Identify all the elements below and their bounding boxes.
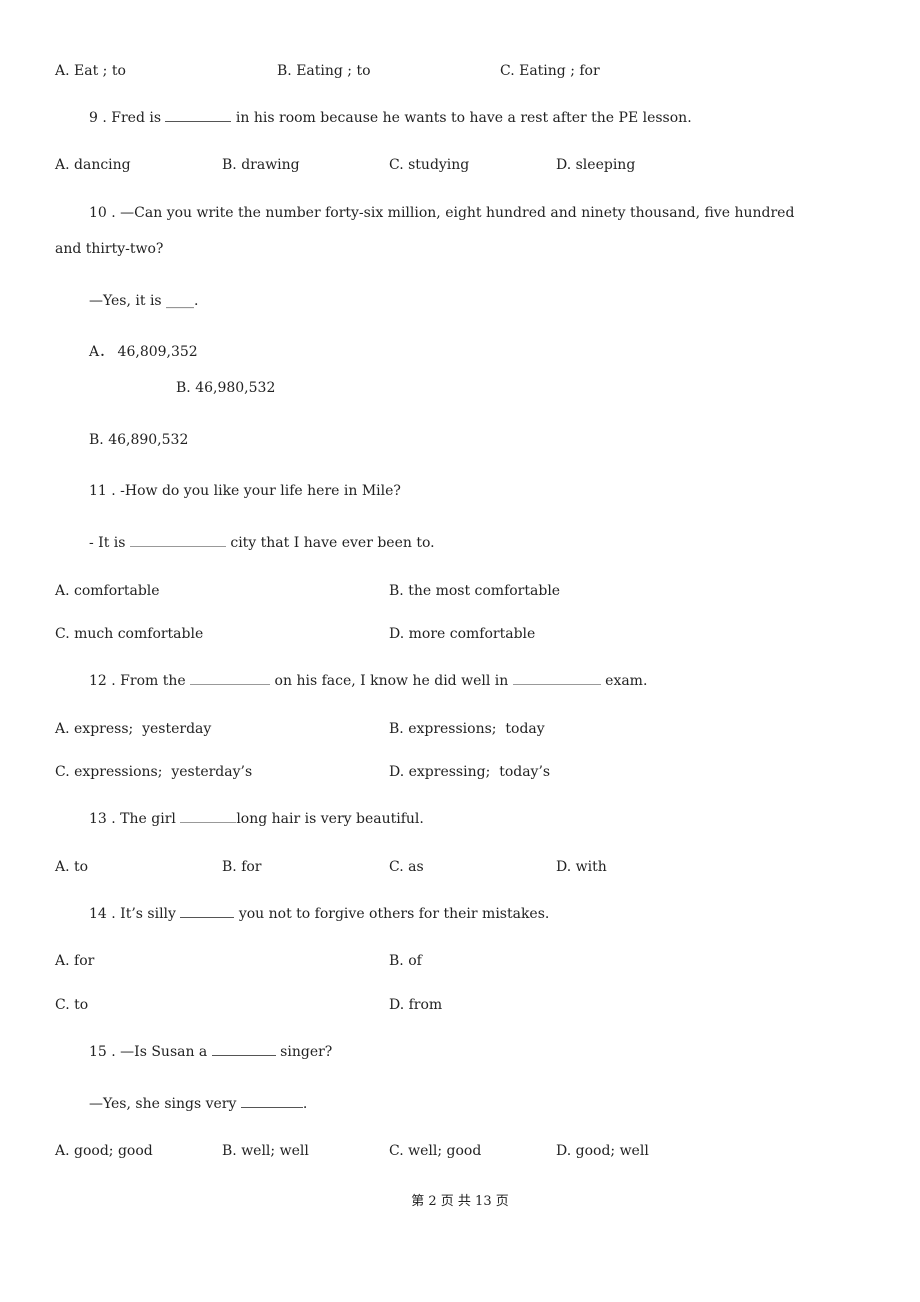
q14-stem-after: you not to forgive others for their mist…: [234, 906, 550, 922]
q11-answer: - It is city that I have ever been to.: [89, 534, 435, 552]
q11-option-d: D. more comfortable: [389, 626, 536, 642]
q9-stem: 9 . Fred is in his room because he wants…: [89, 109, 692, 127]
q11-answer-after: city that I have ever been to.: [225, 535, 435, 551]
q13-option-d: D. with: [556, 859, 607, 875]
q13-option-c: C. as: [389, 859, 424, 875]
q15-stem-after: singer?: [275, 1044, 333, 1060]
q9-option-d: D. sleeping: [556, 157, 636, 173]
q10-option-b-alt: B. 46,890,532: [89, 432, 189, 448]
q14-option-d: D. from: [389, 997, 443, 1013]
q15-answer-blank: [240, 1095, 303, 1108]
q12-blank-1: [190, 672, 271, 685]
q15-stem-before: 15 . —Is Susan a: [89, 1044, 212, 1060]
q10-stem-line1: 10 . —Can you write the number forty-six…: [89, 205, 795, 221]
q13-stem: 13 . The girl long hair is very beautifu…: [89, 810, 424, 828]
q15-option-d: D. good; well: [556, 1143, 649, 1159]
q15-stem: 15 . —Is Susan a singer?: [89, 1043, 332, 1061]
q9-option-a: A. dancing: [55, 157, 131, 173]
page-number: 第 2 页 共 13 页: [411, 1194, 509, 1209]
q13-blank: [180, 810, 237, 823]
q9-blank: [165, 109, 232, 122]
q12-stem-middle: on his face, I know he did well in: [270, 673, 513, 689]
q12-option-c: C. expressions; yesterday’s: [55, 764, 253, 780]
q11-option-a: A. comfortable: [55, 583, 160, 599]
q15-option-b: B. well; well: [222, 1143, 309, 1159]
q11-option-c: C. much comfortable: [55, 626, 204, 642]
q15-answer: —Yes, she sings very .: [89, 1095, 307, 1113]
q12-option-b: B. expressions; today: [389, 721, 545, 737]
q9-option-b: B. drawing: [222, 157, 300, 173]
q9-option-c: C. studying: [389, 157, 470, 173]
q10-option-b: B. 46,980,532: [176, 380, 276, 396]
q8-option-c: C. Eating ; for: [500, 63, 600, 79]
q11-option-b: B. the most comfortable: [389, 583, 561, 599]
q13-option-a: A. to: [55, 859, 89, 875]
q11-answer-before: - It is: [89, 535, 130, 551]
q9-stem-after: in his room because he wants to have a r…: [231, 110, 692, 126]
q14-blank: [180, 905, 235, 918]
q15-answer-after: .: [302, 1096, 308, 1112]
q14-option-b: B. of: [389, 953, 422, 969]
q15-option-c: C. well; good: [389, 1143, 482, 1159]
q15-option-a: A. good; good: [55, 1143, 153, 1159]
q11-blank: [129, 534, 226, 547]
q10-stem-line2: and thirty-two?: [55, 241, 164, 257]
q14-stem: 14 . It’s silly you not to forgive other…: [89, 905, 549, 923]
q8-option-b: B. Eating ; to: [277, 63, 371, 79]
q15-answer-before: —Yes, she sings very: [89, 1096, 241, 1112]
q14-stem-before: 14 . It’s silly: [89, 906, 181, 922]
q9-stem-before: 9 . Fred is: [89, 110, 166, 126]
q12-stem: 12 . From the on his face, I know he did…: [89, 672, 647, 690]
q12-blank-2: [512, 672, 601, 685]
q15-blank: [211, 1043, 276, 1056]
q12-option-a: A. express; yesterday: [55, 721, 212, 737]
q13-option-b: B. for: [222, 859, 262, 875]
q13-stem-after: long hair is very beautiful.: [236, 811, 424, 827]
q12-stem-after: exam.: [600, 673, 648, 689]
q12-option-d: D. expressing; today’s: [389, 764, 551, 780]
q10-answer-line: —Yes, it is ____.: [89, 293, 199, 309]
q14-option-c: C. to: [55, 997, 89, 1013]
q12-stem-before: 12 . From the: [89, 673, 191, 689]
q10-option-a: A． 46,809,352: [89, 344, 198, 360]
q8-option-a: A. Eat ; to: [55, 63, 126, 79]
q11-stem: 11 . -How do you like your life here in …: [89, 483, 401, 499]
q14-option-a: A. for: [55, 953, 95, 969]
q13-stem-before: 13 . The girl: [89, 811, 181, 827]
